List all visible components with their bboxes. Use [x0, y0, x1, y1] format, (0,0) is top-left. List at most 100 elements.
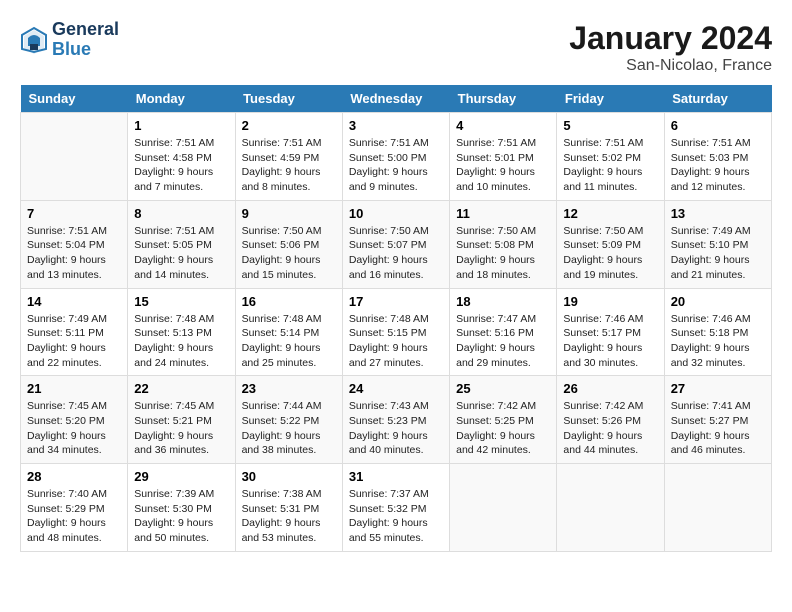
day-number: 19 — [563, 294, 657, 309]
calendar-cell: 29Sunrise: 7:39 AM Sunset: 5:30 PM Dayli… — [128, 464, 235, 552]
day-number: 18 — [456, 294, 550, 309]
day-number: 16 — [242, 294, 336, 309]
day-number: 15 — [134, 294, 228, 309]
day-content: Sunrise: 7:51 AM Sunset: 5:05 PM Dayligh… — [134, 224, 228, 283]
calendar-cell: 9 Sunrise: 7:50 AM Sunset: 5:06 PM Daylig… — [235, 200, 342, 288]
day-number: 24 — [349, 381, 443, 396]
calendar-cell: 18 Sunrise: 7:47 AM Sunset: 5:16 PM Dayli… — [450, 288, 557, 376]
logo: General Blue — [20, 20, 119, 60]
calendar-cell: 17 Sunrise: 7:48 AM Sunset: 5:15 PM Dayli… — [342, 288, 449, 376]
day-number: 21 — [27, 381, 121, 396]
calendar-cell: 6Sunrise: 7:51 AM Sunset: 5:03 PM Daylig… — [664, 113, 771, 201]
calendar-cell: 1 Sunrise: 7:51 AM Sunset: 4:58 PM Daylig… — [128, 113, 235, 201]
calendar-cell: 28Sunrise: 7:40 AM Sunset: 5:29 PM Dayli… — [21, 464, 128, 552]
day-content: Sunrise: 7:49 AM Sunset: 5:10 PM Dayligh… — [671, 224, 765, 283]
day-number: 1 — [134, 118, 228, 133]
day-number: 6 — [671, 118, 765, 133]
day-number: 22 — [134, 381, 228, 396]
calendar-cell: 13 Sunrise: 7:49 AM Sunset: 5:10 PM Dayli… — [664, 200, 771, 288]
day-content: Sunrise: 7:42 AM Sunset: 5:26 PM Dayligh… — [563, 399, 657, 458]
day-number: 17 — [349, 294, 443, 309]
day-content: Sunrise: 7:51 AM Sunset: 5:02 PM Dayligh… — [563, 136, 657, 195]
calendar-body: 1 Sunrise: 7:51 AM Sunset: 4:58 PM Daylig… — [21, 113, 772, 552]
day-content: Sunrise: 7:51 AM Sunset: 4:58 PM Dayligh… — [134, 136, 228, 195]
week-row-1: 1 Sunrise: 7:51 AM Sunset: 4:58 PM Daylig… — [21, 113, 772, 201]
day-content: Sunrise: 7:48 AM Sunset: 5:14 PM Dayligh… — [242, 312, 336, 371]
calendar-cell: 25Sunrise: 7:42 AM Sunset: 5:25 PM Dayli… — [450, 376, 557, 464]
week-row-4: 21 Sunrise: 7:45 AM Sunset: 5:20 PM Dayli… — [21, 376, 772, 464]
day-content: Sunrise: 7:45 AM Sunset: 5:20 PM Dayligh… — [27, 399, 121, 458]
column-header-thursday: Thursday — [450, 85, 557, 113]
day-content: Sunrise: 7:51 AM Sunset: 5:04 PM Dayligh… — [27, 224, 121, 283]
calendar-cell: 27 Sunrise: 7:41 AM Sunset: 5:27 PM Dayli… — [664, 376, 771, 464]
column-header-sunday: Sunday — [21, 85, 128, 113]
week-row-3: 14 Sunrise: 7:49 AM Sunset: 5:11 PM Dayli… — [21, 288, 772, 376]
calendar-cell: 19Sunrise: 7:46 AM Sunset: 5:17 PM Dayli… — [557, 288, 664, 376]
week-row-2: 7 Sunrise: 7:51 AM Sunset: 5:04 PM Daylig… — [21, 200, 772, 288]
day-content: Sunrise: 7:38 AM Sunset: 5:31 PM Dayligh… — [242, 487, 336, 546]
day-content: Sunrise: 7:40 AM Sunset: 5:29 PM Dayligh… — [27, 487, 121, 546]
calendar-cell — [557, 464, 664, 552]
day-content: Sunrise: 7:51 AM Sunset: 5:01 PM Dayligh… — [456, 136, 550, 195]
day-content: Sunrise: 7:37 AM Sunset: 5:32 PM Dayligh… — [349, 487, 443, 546]
calendar-cell: 30Sunrise: 7:38 AM Sunset: 5:31 PM Dayli… — [235, 464, 342, 552]
day-content: Sunrise: 7:41 AM Sunset: 5:27 PM Dayligh… — [671, 399, 765, 458]
logo-name: General Blue — [52, 20, 119, 60]
day-number: 31 — [349, 469, 443, 484]
calendar-cell — [664, 464, 771, 552]
day-content: Sunrise: 7:45 AM Sunset: 5:21 PM Dayligh… — [134, 399, 228, 458]
calendar-cell: 26 Sunrise: 7:42 AM Sunset: 5:26 PM Dayli… — [557, 376, 664, 464]
calendar-cell: 8 Sunrise: 7:51 AM Sunset: 5:05 PM Daylig… — [128, 200, 235, 288]
day-number: 5 — [563, 118, 657, 133]
calendar-cell: 11Sunrise: 7:50 AM Sunset: 5:08 PM Dayli… — [450, 200, 557, 288]
day-number: 8 — [134, 206, 228, 221]
day-number: 25 — [456, 381, 550, 396]
column-header-friday: Friday — [557, 85, 664, 113]
day-number: 13 — [671, 206, 765, 221]
calendar-cell: 21 Sunrise: 7:45 AM Sunset: 5:20 PM Dayli… — [21, 376, 128, 464]
day-number: 9 — [242, 206, 336, 221]
calendar-cell: 7 Sunrise: 7:51 AM Sunset: 5:04 PM Daylig… — [21, 200, 128, 288]
day-content: Sunrise: 7:50 AM Sunset: 5:07 PM Dayligh… — [349, 224, 443, 283]
calendar-cell: 23Sunrise: 7:44 AM Sunset: 5:22 PM Dayli… — [235, 376, 342, 464]
day-number: 27 — [671, 381, 765, 396]
day-content: Sunrise: 7:43 AM Sunset: 5:23 PM Dayligh… — [349, 399, 443, 458]
calendar-cell: 20 Sunrise: 7:46 AM Sunset: 5:18 PM Dayli… — [664, 288, 771, 376]
calendar-title: January 2024 — [569, 20, 772, 57]
day-content: Sunrise: 7:50 AM Sunset: 5:09 PM Dayligh… — [563, 224, 657, 283]
day-number: 20 — [671, 294, 765, 309]
day-content: Sunrise: 7:50 AM Sunset: 5:06 PM Dayligh… — [242, 224, 336, 283]
calendar-table: SundayMondayTuesdayWednesdayThursdayFrid… — [20, 85, 772, 552]
day-content: Sunrise: 7:48 AM Sunset: 5:13 PM Dayligh… — [134, 312, 228, 371]
day-content: Sunrise: 7:49 AM Sunset: 5:11 PM Dayligh… — [27, 312, 121, 371]
calendar-cell: 15 Sunrise: 7:48 AM Sunset: 5:13 PM Dayli… — [128, 288, 235, 376]
day-number: 7 — [27, 206, 121, 221]
day-number: 23 — [242, 381, 336, 396]
column-header-tuesday: Tuesday — [235, 85, 342, 113]
day-number: 26 — [563, 381, 657, 396]
calendar-cell — [21, 113, 128, 201]
day-number: 11 — [456, 206, 550, 221]
page-header: General Blue January 2024 San-Nicolao, F… — [20, 20, 772, 75]
day-number: 3 — [349, 118, 443, 133]
calendar-cell: 22 Sunrise: 7:45 AM Sunset: 5:21 PM Dayli… — [128, 376, 235, 464]
calendar-subtitle: San-Nicolao, France — [569, 57, 772, 75]
logo-icon — [20, 26, 48, 54]
title-block: January 2024 San-Nicolao, France — [569, 20, 772, 75]
column-header-saturday: Saturday — [664, 85, 771, 113]
calendar-cell: 4 Sunrise: 7:51 AM Sunset: 5:01 PM Daylig… — [450, 113, 557, 201]
calendar-cell: 31 Sunrise: 7:37 AM Sunset: 5:32 PM Dayli… — [342, 464, 449, 552]
calendar-cell: 16 Sunrise: 7:48 AM Sunset: 5:14 PM Dayli… — [235, 288, 342, 376]
week-row-5: 28Sunrise: 7:40 AM Sunset: 5:29 PM Dayli… — [21, 464, 772, 552]
day-content: Sunrise: 7:48 AM Sunset: 5:15 PM Dayligh… — [349, 312, 443, 371]
day-content: Sunrise: 7:51 AM Sunset: 5:00 PM Dayligh… — [349, 136, 443, 195]
calendar-header-row: SundayMondayTuesdayWednesdayThursdayFrid… — [21, 85, 772, 113]
day-number: 10 — [349, 206, 443, 221]
day-number: 4 — [456, 118, 550, 133]
day-content: Sunrise: 7:47 AM Sunset: 5:16 PM Dayligh… — [456, 312, 550, 371]
column-header-wednesday: Wednesday — [342, 85, 449, 113]
day-number: 14 — [27, 294, 121, 309]
day-content: Sunrise: 7:46 AM Sunset: 5:18 PM Dayligh… — [671, 312, 765, 371]
day-number: 2 — [242, 118, 336, 133]
day-number: 12 — [563, 206, 657, 221]
